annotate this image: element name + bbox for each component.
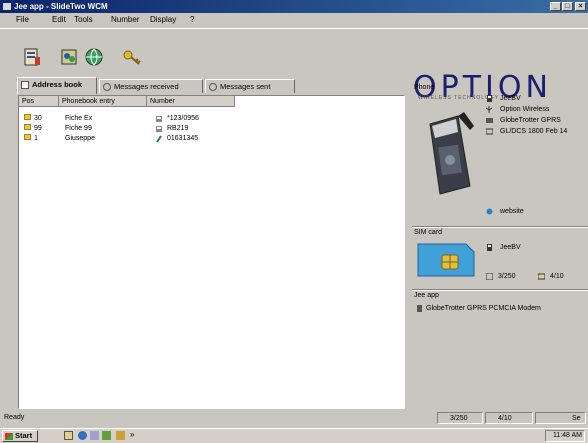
phone-manufacturer: Option Wireless [500, 106, 550, 113]
clock-icon [209, 83, 217, 91]
menu-help[interactable]: ? [190, 13, 194, 27]
menu-file[interactable]: File [16, 13, 29, 27]
quicklaunch-desktop-icon[interactable] [64, 431, 73, 440]
envelope-icon [538, 273, 545, 280]
phone-group-label: Phone [414, 84, 435, 91]
row-number: 01631345 [167, 135, 199, 142]
phone-icon [487, 244, 492, 251]
phone-model: GlobeTrotter GPRS [500, 117, 561, 124]
key-icon[interactable] [122, 47, 142, 67]
globe-icon[interactable] [84, 47, 104, 67]
column-header-number[interactable]: Number [147, 96, 235, 107]
status-contacts: 3/250 [437, 412, 483, 424]
modem-icon [417, 305, 422, 312]
start-button[interactable]: Start [2, 430, 38, 442]
status-bar: Ready 3/250 4/10 Se [0, 410, 588, 428]
website-link[interactable]: website [500, 208, 524, 215]
menu-tools[interactable]: Tools [74, 13, 93, 27]
divider [412, 226, 588, 228]
pcmcia-card-image [429, 112, 474, 195]
toolbar: OPTION WIRELESS TECHNOLOGY [0, 28, 588, 103]
quicklaunch-outlook-icon[interactable] [90, 431, 99, 440]
quicklaunch-more-icon[interactable]: » [130, 431, 139, 440]
app-icon [3, 3, 11, 10]
row-pos: 1 [34, 135, 38, 142]
menu-number[interactable]: Number [111, 13, 139, 27]
phone-firmware: GL/DCS 1800 Feb 14 [500, 128, 568, 135]
phone-icon [156, 126, 162, 132]
phone-icon [487, 95, 492, 102]
tab-label: Messages received [114, 82, 179, 91]
row-number: *123/0956 [167, 115, 199, 122]
quicklaunch-media-icon[interactable] [102, 431, 111, 440]
address-book-icon[interactable] [22, 47, 42, 67]
sim-messages-count: 4/10 [550, 273, 564, 280]
table-row[interactable]: 30 Fiche Ex *123/0956 [19, 114, 404, 124]
windows-logo-icon [5, 433, 13, 440]
globe-icon[interactable] [486, 208, 493, 215]
modem-name: GlobeTrotter GPRS PCMCIA Modem [426, 305, 541, 312]
row-pos: 99 [34, 125, 42, 132]
status-extra-text: Se [572, 415, 581, 422]
clock-icon [103, 83, 111, 91]
folder-icon [24, 124, 31, 130]
mobile-icon [156, 135, 162, 143]
antenna-icon [486, 106, 493, 113]
folder-icon [24, 114, 31, 120]
menu-edit[interactable]: Edit [52, 13, 66, 27]
menu-display[interactable]: Display [150, 13, 176, 27]
phonebook-list[interactable]: Pos Phonebook entry Number 30 Fiche Ex *… [18, 95, 405, 409]
table-row[interactable]: 99 Fiche 99 RB219 [19, 124, 404, 134]
tab-label: Messages sent [220, 82, 271, 91]
status-messages: 4/10 [485, 412, 533, 424]
column-header-entry[interactable]: Phonebook entry [59, 96, 147, 107]
start-label: Start [15, 431, 33, 440]
window-title: Jee app - SlideTwo WCM [14, 2, 108, 11]
sim-operator: JeeBV [500, 244, 521, 251]
tab-messages-received[interactable]: Messages received [99, 79, 203, 93]
book-icon [21, 81, 29, 89]
app-window: Jee app - SlideTwo WCM _ □ × File Edit T… [0, 0, 588, 428]
quicklaunch-ie-icon[interactable] [78, 431, 87, 440]
menu-bar: File Edit Tools Number Display ? [0, 13, 588, 27]
card-icon [486, 118, 493, 123]
status-extra: Se [535, 412, 586, 424]
row-number: RB219 [167, 125, 189, 132]
phone-icon [156, 116, 162, 122]
status-messages-count: 4/10 [498, 415, 512, 422]
maximize-button[interactable]: □ [562, 2, 573, 11]
minimize-button[interactable]: _ [550, 2, 561, 11]
folder-icon [24, 134, 31, 140]
row-name: Giuseppe [65, 135, 95, 142]
row-name: Fiche Ex [65, 115, 93, 122]
row-pos: 30 [34, 115, 42, 122]
sim-contacts-count: 3/250 [498, 273, 516, 280]
close-button[interactable]: × [575, 2, 586, 11]
contacts-icon[interactable] [60, 47, 80, 67]
column-header-pos[interactable]: Pos [19, 96, 59, 107]
device-info-panel: Phone JeeBV Option Wireless GlobeTrotter… [410, 78, 588, 408]
title-bar: Jee app - SlideTwo WCM _ □ × [0, 0, 588, 13]
divider [412, 289, 588, 291]
jee-group-label: Jee app [414, 292, 439, 299]
contacts-count-icon [486, 273, 493, 280]
sim-group-label: SIM card [414, 229, 443, 236]
table-row[interactable]: 1 Giuseppe 01631345 [19, 134, 404, 144]
row-name: Fiche 99 [65, 125, 92, 132]
tab-messages-sent[interactable]: Messages sent [205, 79, 295, 93]
system-clock: 11:48 AM [545, 430, 585, 442]
status-text: Ready [4, 414, 25, 421]
phone-operator: JeeBV [500, 95, 521, 102]
sim-card-image [417, 243, 475, 277]
tab-address-book[interactable]: Address book [17, 77, 97, 94]
taskbar: Start » 11:48 AM [0, 428, 588, 443]
quicklaunch-app-icon[interactable] [116, 431, 125, 440]
tab-label: Address book [32, 80, 83, 89]
list-header: Pos Phonebook entry Number [19, 96, 404, 107]
chip-icon [486, 128, 493, 135]
status-contacts-count: 3/250 [450, 415, 468, 422]
